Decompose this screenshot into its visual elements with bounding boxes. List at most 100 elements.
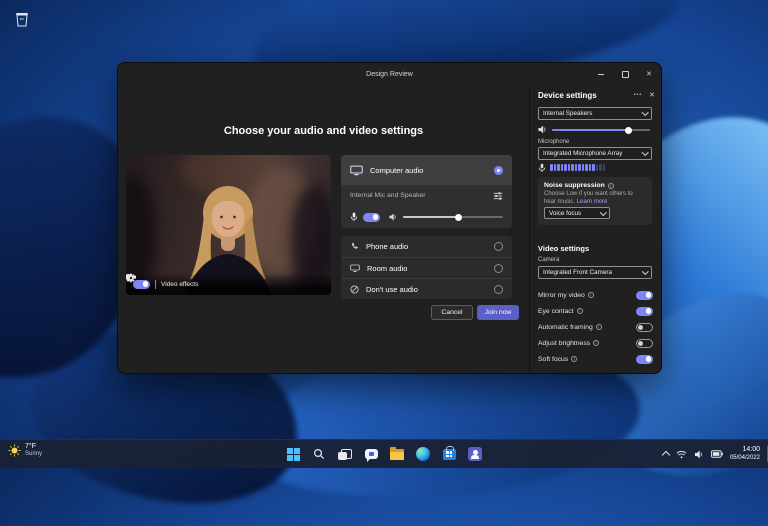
computer-audio-radio[interactable]: [494, 165, 503, 175]
audio-option-label: Phone audio: [366, 242, 409, 251]
info-icon[interactable]: [576, 308, 583, 314]
battery-icon[interactable]: [710, 450, 723, 458]
join-now-button[interactable]: Join now: [477, 305, 519, 320]
sun-icon: [8, 444, 21, 457]
window-titlebar[interactable]: Design Review: [118, 63, 661, 87]
microphone-select[interactable]: Integrated Microphone Array: [538, 147, 652, 160]
weather-widget[interactable]: 7°F Sunny: [8, 443, 42, 458]
audio-options: Computer audio Internal Mic and Speaker: [341, 155, 512, 299]
learn-more-link[interactable]: Learn more: [577, 199, 608, 205]
device-settings-sliders-icon[interactable]: [493, 191, 503, 201]
clock-time: 14:00: [742, 446, 760, 453]
mic-volume-slider[interactable]: [403, 213, 503, 221]
search-icon: [313, 448, 325, 460]
phone-icon: [351, 242, 358, 249]
dont-use-audio-radio[interactable]: [494, 284, 503, 294]
speaker-icon: [389, 213, 396, 221]
toggle-label: Mirror my video: [538, 291, 585, 299]
video-effects-label[interactable]: Video effects: [161, 281, 198, 288]
computer-audio-option[interactable]: Computer audio: [341, 155, 512, 185]
toggle-label: Adjust brightness: [538, 339, 591, 347]
toggle-label: Soft focus: [538, 355, 569, 363]
minimize-button[interactable]: [589, 63, 613, 85]
clock-date: 05/04/2022: [729, 455, 760, 461]
teams-prejoin-window: Design Review Choose your audio and vide…: [117, 62, 662, 374]
mic-level-meter: [550, 164, 605, 171]
weather-condition: Sunny: [25, 451, 43, 457]
toggle-label: Eye contact: [538, 307, 574, 315]
video-preview: Video effects: [126, 155, 331, 295]
close-panel-icon[interactable]: [649, 91, 655, 99]
start-button[interactable]: [283, 444, 303, 464]
volume-icon[interactable]: [694, 450, 704, 459]
teams-icon: [468, 447, 482, 461]
folder-icon: [390, 446, 404, 460]
room-audio-radio[interactable]: [494, 263, 503, 273]
edge-button[interactable]: [413, 444, 433, 464]
phone-audio-radio[interactable]: [494, 242, 503, 251]
edge-icon: [416, 447, 430, 461]
dont-use-audio-option[interactable]: Don't use audio: [341, 278, 512, 299]
weather-temperature: 7°F: [25, 443, 36, 450]
wifi-icon[interactable]: [676, 450, 687, 459]
audio-option-label: Room audio: [367, 263, 408, 273]
video-settings-title: Video settings: [538, 244, 590, 253]
chevron-down-icon: [641, 268, 648, 275]
speaker-volume-slider[interactable]: [552, 126, 650, 134]
phone-audio-option[interactable]: Phone audio: [341, 236, 512, 257]
device-settings-panel: Device settings Internal Speakers Microp…: [529, 87, 661, 373]
store-icon: [442, 445, 456, 460]
mic-volume-row: [341, 206, 512, 228]
eye-contact-toggle[interactable]: [636, 306, 653, 316]
file-explorer-button[interactable]: [387, 444, 407, 464]
camera-label: Camera: [538, 257, 560, 263]
recycle-bin-icon[interactable]: [12, 8, 32, 30]
window-title: Design Review: [366, 71, 413, 78]
windows-logo-icon: [286, 447, 300, 461]
close-button[interactable]: [637, 63, 661, 85]
mirror-video-row: Mirror my video: [538, 290, 653, 300]
teams-button[interactable]: [465, 444, 485, 464]
page-title: Choose your audio and video settings: [223, 125, 424, 137]
maximize-button[interactable]: [613, 63, 637, 85]
info-icon[interactable]: [587, 292, 594, 298]
system-tray: 14:00 05/04/2022: [661, 440, 760, 468]
speaker-select[interactable]: Internal Speakers: [538, 107, 652, 120]
eye-contact-row: Eye contact: [538, 306, 653, 316]
camera-select[interactable]: Integrated Front Camera: [538, 266, 652, 279]
soft-focus-toggle[interactable]: [636, 354, 653, 364]
noise-suppression-value: Voice focus: [549, 209, 582, 217]
store-button[interactable]: [439, 444, 459, 464]
noise-suppression-select[interactable]: Voice focus: [544, 207, 610, 219]
taskbar-clock[interactable]: 14:00 05/04/2022: [730, 446, 760, 462]
window-caption-controls: [589, 63, 661, 85]
task-view-button[interactable]: [335, 444, 355, 464]
mic-icon: [538, 163, 546, 172]
search-button[interactable]: [309, 444, 329, 464]
chat-button[interactable]: [361, 444, 381, 464]
audio-option-label: Don't use audio: [366, 284, 418, 294]
info-icon[interactable]: [595, 324, 602, 330]
speaker-icon: [538, 125, 546, 134]
noise-suppression-title: Noise suppression: [544, 182, 605, 189]
automatic-framing-row: Automatic framing: [538, 322, 653, 332]
chevron-down-icon: [599, 208, 606, 216]
footer-buttons: Cancel Join now: [118, 305, 529, 320]
microphone-select-value: Integrated Microphone Array: [543, 150, 623, 157]
gear-icon[interactable]: [126, 273, 136, 283]
hidden-icons-chevron[interactable]: [661, 450, 671, 460]
computer-audio-icon: [350, 165, 363, 175]
info-icon[interactable]: [571, 356, 578, 362]
more-options-icon[interactable]: [634, 91, 642, 99]
cancel-button[interactable]: Cancel: [431, 305, 473, 320]
adjust-brightness-toggle[interactable]: [636, 338, 653, 348]
info-icon[interactable]: [593, 340, 600, 346]
room-audio-option[interactable]: Room audio: [341, 257, 512, 278]
automatic-framing-toggle[interactable]: [636, 322, 653, 332]
mic-toggle[interactable]: [363, 212, 380, 222]
speaker-select-value: Internal Speakers: [543, 110, 593, 117]
info-icon[interactable]: [607, 182, 614, 189]
divider: [155, 279, 156, 289]
mirror-video-toggle[interactable]: [636, 290, 653, 300]
microphone-label: Microphone: [538, 139, 570, 145]
